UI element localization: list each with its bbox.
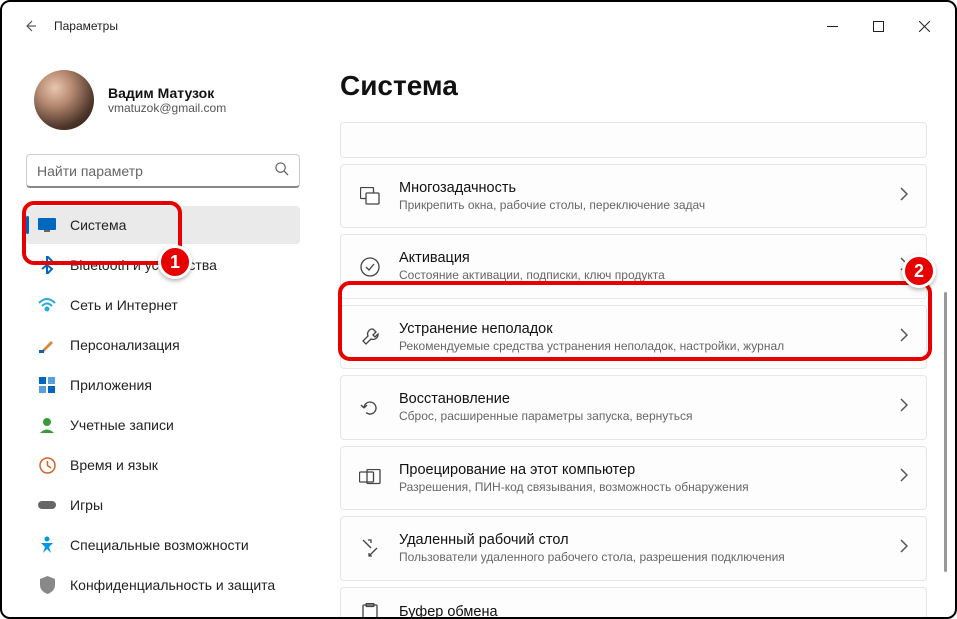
annotation-badge-2: 2 [902,254,936,288]
annotation-badge-1: 1 [158,245,192,279]
close-button[interactable] [901,10,947,42]
card-desc: Пользователи удаленного рабочего стола, … [399,550,882,566]
maximize-button[interactable] [855,10,901,42]
chevron-right-icon [900,398,908,417]
sidebar-item-apps[interactable]: Приложения [26,366,300,404]
card-desc: Прикрепить окна, рабочие столы, переключ… [399,198,882,214]
chevron-right-icon [900,328,908,347]
chevron-right-icon [900,468,908,487]
profile-block[interactable]: Вадим Матузок vmatuzok@gmail.com [26,70,300,130]
card-projecting[interactable]: Проецирование на этот компьютерРазрешени… [340,446,927,510]
card-title: Восстановление [399,390,882,409]
search-box[interactable] [26,154,300,188]
sidebar-item-system[interactable]: Система [26,206,300,244]
sidebar-item-personalization[interactable]: Персонализация [26,326,300,364]
bluetooth-icon [38,256,56,274]
brush-icon [38,336,56,354]
window-controls [809,10,947,42]
scrollbar[interactable] [944,132,947,597]
avatar [34,70,94,130]
close-icon [919,21,930,32]
project-icon [359,467,381,489]
card-troubleshoot[interactable]: Устранение неполадокРекомендуемые средст… [340,305,927,369]
sidebar-item-accessibility[interactable]: Специальные возможности [26,526,300,564]
back-button[interactable] [10,6,50,46]
minimize-icon [827,21,838,32]
main-panel: Система МногозадачностьПрикрепить окна, … [312,50,955,617]
sidebar-item-label: Учетные записи [70,417,174,433]
recovery-icon [359,397,381,419]
scrollbar-thumb[interactable] [944,292,947,572]
shield-icon [38,576,56,594]
wrench-icon [359,326,381,348]
chevron-right-icon [900,539,908,558]
sidebar-item-label: Время и язык [70,457,158,473]
sidebar-item-label: Специальные возможности [70,537,249,553]
card-activation[interactable]: АктивацияСостояние активации, подписки, … [340,234,927,298]
card-desc: Состояние активации, подписки, ключ прод… [399,268,882,284]
sidebar-item-privacy[interactable]: Конфиденциальность и защита [26,566,300,604]
display-icon [38,216,56,234]
card-title: Многозадачность [399,179,882,198]
sidebar-item-network[interactable]: Сеть и Интернет [26,286,300,324]
sidebar-item-label: Персонализация [70,337,180,353]
clipboard-icon [359,602,381,617]
sidebar-item-label: Сеть и Интернет [70,297,178,313]
card-title: Буфер обмена [399,603,908,617]
card-title: Проецирование на этот компьютер [399,461,882,480]
sidebar-item-time-language[interactable]: Время и язык [26,446,300,484]
sidebar-item-label: Игры [70,497,103,513]
card-clipboard[interactable]: Буфер обмена [340,587,927,617]
chevron-right-icon [900,187,908,206]
sidebar-item-gaming[interactable]: Игры [26,486,300,524]
accessibility-icon [38,536,56,554]
card-remote-desktop[interactable]: Удаленный рабочий столПользователи удале… [340,516,927,580]
wifi-icon [38,296,56,314]
card-title: Устранение неполадок [399,320,882,339]
card-multitasking[interactable]: МногозадачностьПрикрепить окна, рабочие … [340,164,927,228]
card-desc: Рекомендуемые средства устранения непола… [399,339,882,355]
sidebar-item-label: Bluetooth и устройства [70,257,217,273]
card-desc: Сброс, расширенные параметры запуска, ве… [399,409,882,425]
apps-icon [38,376,56,394]
check-circle-icon [359,256,381,278]
card-recovery[interactable]: ВосстановлениеСброс, расширенные парамет… [340,375,927,439]
arrow-left-icon [22,18,38,34]
multitask-icon [359,185,381,207]
minimize-button[interactable] [809,10,855,42]
sidebar-item-label: Конфиденциальность и защита [70,577,275,593]
search-icon [274,161,289,181]
remote-icon [359,537,381,559]
gamepad-icon [38,496,56,514]
person-icon [38,416,56,434]
globe-clock-icon [38,456,56,474]
sidebar-item-label: Система [70,217,126,233]
sidebar-item-accounts[interactable]: Учетные записи [26,406,300,444]
user-email: vmatuzok@gmail.com [108,101,226,115]
user-name: Вадим Матузок [108,85,226,101]
page-title: Система [340,70,927,102]
card-title: Активация [399,249,882,268]
card-partial-top[interactable] [340,122,927,158]
maximize-icon [873,21,884,32]
card-desc: Разрешения, ПИН-код связывания, возможно… [399,480,882,496]
settings-list: МногозадачностьПрикрепить окна, рабочие … [340,122,927,617]
window-title: Параметры [54,19,118,33]
sidebar: Вадим Матузок vmatuzok@gmail.com Система… [2,50,312,617]
card-title: Удаленный рабочий стол [399,531,882,550]
sidebar-item-label: Приложения [70,377,152,393]
search-input[interactable] [37,163,274,179]
titlebar: Параметры [2,2,955,50]
